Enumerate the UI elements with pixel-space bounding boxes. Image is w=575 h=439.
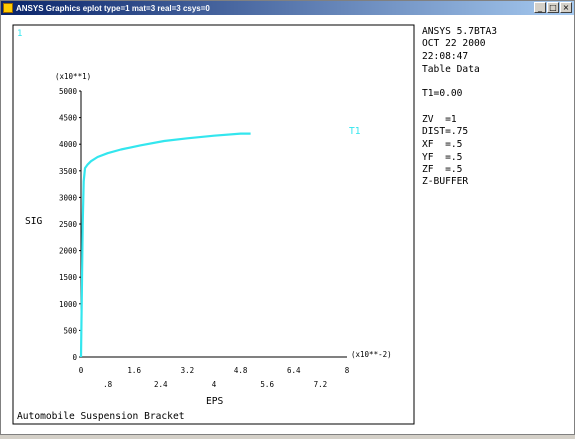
x-tick-label: 3.2: [181, 366, 195, 375]
y-tick-label: 2500: [59, 220, 78, 229]
info-plot-type: Table Data: [422, 64, 480, 75]
y-axis-label: SIG: [25, 216, 43, 227]
y-tick-label: 1500: [59, 273, 78, 282]
info-zf: ZF =.5: [422, 164, 463, 175]
series-lines: [79, 132, 251, 358]
y-tick-label: 3000: [59, 193, 78, 202]
window-title: ANSYS Graphics eplot type=1 mat=3 real=3…: [16, 3, 210, 13]
x-tick-label: 8: [345, 366, 350, 375]
x-tick-label: 1.6: [127, 366, 141, 375]
close-button[interactable]: ×: [560, 2, 572, 13]
minimize-button[interactable]: _: [534, 2, 546, 13]
window-number: 1: [17, 29, 22, 39]
info-zv: ZV =1: [422, 114, 457, 125]
y-multiplier: (x10**1): [55, 72, 91, 81]
app-icon: [3, 3, 13, 13]
maximize-button[interactable]: □: [547, 2, 559, 13]
x-tick-label: 4: [212, 380, 217, 389]
x-tick-label: 2.4: [154, 380, 168, 389]
info-yf: YF =.5: [422, 152, 463, 163]
axes: [80, 91, 347, 358]
x-tick-label: .8: [103, 380, 113, 389]
y-tick-label: 5000: [59, 87, 78, 96]
x-tick-label: 6.4: [287, 366, 301, 375]
y-tick-label: 4500: [59, 114, 78, 123]
y-tick-label: 3500: [59, 167, 78, 176]
info-dist: DIST=.75: [422, 126, 469, 137]
plot-svg: 1 (x10**1) (x10**-2) SIG EPS Automobile …: [12, 24, 415, 425]
info-date: OCT 22 2000: [422, 38, 486, 49]
footer-title: Automobile Suspension Bracket: [17, 411, 185, 422]
x-tick-label: 0: [79, 366, 84, 375]
y-tick-label: 500: [63, 326, 77, 335]
x-tick-label: 5.6: [260, 380, 274, 389]
y-tick-label: 0: [72, 353, 77, 362]
window-controls: _ □ ×: [534, 2, 572, 13]
info-time: 22:08:47: [422, 51, 469, 62]
info-version: ANSYS 5.7BTA3: [422, 26, 498, 37]
series-line-t1: [79, 132, 251, 358]
y-tick-label: 4000: [59, 140, 78, 149]
graphics-area[interactable]: 1 (x10**1) (x10**-2) SIG EPS Automobile …: [3, 16, 573, 434]
y-tick-label: 2000: [59, 247, 78, 256]
info-zbuffer: Z-BUFFER: [422, 176, 469, 187]
tick-labels: 0 500 1000 1500 2000 2500 3000 3500 4000 4500 5000…: [59, 87, 350, 389]
x-tick-label: 4.8: [234, 366, 248, 375]
y-tick-label: 1000: [59, 300, 78, 309]
title-bar[interactable]: ANSYS Graphics eplot type=1 mat=3 real=3…: [1, 1, 574, 15]
curve-label: T1: [349, 126, 361, 137]
x-multiplier: (x10**-2): [351, 350, 392, 359]
ansys-graphics-window: ANSYS Graphics eplot type=1 mat=3 real=3…: [0, 0, 575, 435]
info-xf: XF =.5: [422, 139, 463, 150]
x-axis-label: EPS: [206, 396, 224, 407]
info-t1: T1=0.00: [422, 88, 463, 99]
x-tick-label: 7.2: [314, 380, 328, 389]
